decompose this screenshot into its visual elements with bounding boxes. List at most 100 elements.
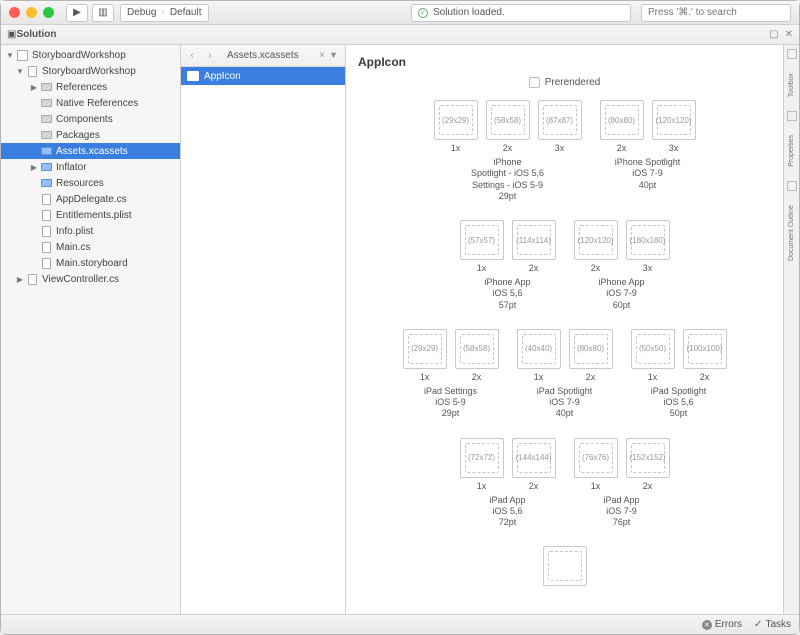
search-input[interactable]	[641, 4, 791, 22]
asset-editor[interactable]: AppIcon Prerendered (29x29)1x(58x58)2x(8…	[346, 45, 783, 614]
icon-slot[interactable]: (57x57)1x	[460, 220, 504, 273]
close-icon[interactable]	[9, 7, 20, 18]
icon-slot[interactable]: (58x58)2x	[455, 329, 499, 382]
image-well[interactable]: (29x29)	[434, 100, 478, 140]
image-well[interactable]: (57x57)	[460, 220, 504, 260]
tree-item[interactable]: Assets.xcassets	[1, 143, 180, 159]
tab-properties[interactable]: Properties	[787, 131, 796, 171]
icon-group: (29x29)1x(58x58)2xiPad Settings iOS 5-9 …	[403, 329, 499, 420]
image-well[interactable]: (120x120)	[574, 220, 618, 260]
image-well[interactable]: (152x152)	[626, 438, 670, 478]
tree-item[interactable]: Entitlements.plist	[1, 207, 180, 223]
zoom-icon[interactable]	[43, 7, 54, 18]
tree-item-label: Assets.xcassets	[56, 146, 128, 157]
pad-options-icon[interactable]: ▢	[769, 29, 778, 40]
asset-item-appicon[interactable]: AppIcon	[181, 67, 345, 85]
icon-slot[interactable]: (100x100)2x	[683, 329, 727, 382]
scale-label: 2x	[529, 263, 539, 273]
image-well[interactable]: (114x114)	[512, 220, 556, 260]
icon-slot[interactable]: (180x180)3x	[626, 220, 670, 273]
icon-slots: (76x76)1x(152x152)2x	[574, 438, 670, 491]
image-well[interactable]: (87x87)	[538, 100, 582, 140]
group-caption: iPad App iOS 7-9 76pt	[603, 495, 639, 529]
icon-group: (80x80)2x(120x120)3xiPhone Spotlight iOS…	[600, 100, 696, 202]
image-well[interactable]: (80x80)	[600, 100, 644, 140]
icon-slot[interactable]: (80x80)2x	[600, 100, 644, 153]
icon-slot[interactable]: (72x72)1x	[460, 438, 504, 491]
solution-node[interactable]: ▼ StoryboardWorkshop	[1, 47, 180, 63]
properties-icon[interactable]	[787, 111, 797, 121]
solution-tree[interactable]: ▼ StoryboardWorkshop ▼ StoryboardWorksho…	[1, 45, 181, 614]
image-well[interactable]: (29x29)	[403, 329, 447, 369]
minimize-icon[interactable]	[26, 7, 37, 18]
tab-menu-icon[interactable]: ▾	[331, 50, 341, 61]
image-well[interactable]: (40x40)	[517, 329, 561, 369]
icon-slot[interactable]: (50x50)1x	[631, 329, 675, 382]
errors-button[interactable]: ✕ Errors	[702, 619, 742, 630]
tree-item[interactable]: Native References	[1, 95, 180, 111]
tasks-button[interactable]: ✓ Tasks	[754, 619, 791, 630]
icon-slot[interactable]: (76x76)1x	[574, 438, 618, 491]
image-well[interactable]: (50x50)	[631, 329, 675, 369]
icon-slots	[543, 546, 587, 589]
image-well[interactable]: (58x58)	[486, 100, 530, 140]
tree-item[interactable]: Packages	[1, 127, 180, 143]
image-well[interactable]: (58x58)	[455, 329, 499, 369]
tab-close-icon[interactable]: ×	[319, 50, 325, 61]
icon-slot[interactable]	[543, 546, 587, 589]
document-outline-icon[interactable]	[787, 181, 797, 191]
icon-slot[interactable]: (80x80)2x	[569, 329, 613, 382]
disclosure-icon[interactable]: ▶	[29, 83, 39, 92]
icon-slots: (29x29)1x(58x58)2x(87x87)3x	[434, 100, 582, 153]
image-well[interactable]: (120x120)	[652, 100, 696, 140]
asset-list[interactable]: AppIcon	[181, 67, 345, 614]
dimension-label: (50x50)	[636, 334, 670, 364]
toolbox-icon[interactable]	[787, 49, 797, 59]
tree-item[interactable]: Resources	[1, 175, 180, 191]
icon-slot[interactable]: (144x144)2x	[512, 438, 556, 491]
tree-item[interactable]: ▶References	[1, 79, 180, 95]
tree-item[interactable]: Main.storyboard	[1, 255, 180, 271]
tree-item[interactable]: Components	[1, 111, 180, 127]
tree-item[interactable]: Main.cs	[1, 239, 180, 255]
icon-slots: (50x50)1x(100x100)2x	[631, 329, 727, 382]
pad-close-icon[interactable]: ✕	[785, 29, 793, 40]
image-well[interactable]: (72x72)	[460, 438, 504, 478]
status-pill: ✓ Solution loaded.	[411, 4, 631, 22]
tab-toolbox[interactable]: Toolbox	[787, 69, 796, 101]
icon-slot[interactable]: (152x152)2x	[626, 438, 670, 491]
icon-slot[interactable]: (87x87)3x	[538, 100, 582, 153]
icon-slot[interactable]: (58x58)2x	[486, 100, 530, 153]
image-well[interactable]	[543, 546, 587, 586]
run-button[interactable]: ▶	[66, 4, 88, 22]
project-node[interactable]: ▼ StoryboardWorkshop	[1, 63, 180, 79]
tab-assets[interactable]: Assets.xcassets	[221, 50, 305, 61]
image-well[interactable]: (76x76)	[574, 438, 618, 478]
disclosure-icon[interactable]: ▶	[29, 163, 39, 172]
dimension-label: (72x72)	[465, 443, 499, 473]
icon-slot[interactable]: (120x120)2x	[574, 220, 618, 273]
tree-item[interactable]: Info.plist	[1, 223, 180, 239]
icon-slot[interactable]: (120x120) 3x	[652, 100, 696, 153]
image-well[interactable]: (144x144)	[512, 438, 556, 478]
build-config[interactable]: Debug › Default	[120, 4, 209, 22]
nav-back-icon[interactable]: ‹	[185, 50, 199, 61]
image-well[interactable]: (100x100)	[683, 329, 727, 369]
icon-slot[interactable]: (29x29)1x	[434, 100, 478, 153]
scale-label: 3x	[669, 143, 679, 153]
nav-fwd-icon[interactable]: ›	[203, 50, 217, 61]
config-select-button[interactable]: ▥	[92, 4, 114, 22]
prerendered-checkbox[interactable]	[529, 77, 540, 88]
image-well[interactable]: (180x180)	[626, 220, 670, 260]
tree-item[interactable]: ▶Inflator	[1, 159, 180, 175]
viewcontroller-node[interactable]: ▶ ViewController.cs	[1, 271, 180, 287]
icon-slot[interactable]: (29x29)1x	[403, 329, 447, 382]
tree-item[interactable]: AppDelegate.cs	[1, 191, 180, 207]
tab-document-outline[interactable]: Document Outline	[787, 201, 796, 265]
tree-item-label: Main.cs	[56, 242, 90, 253]
icon-slot[interactable]: (114x114) 2x	[512, 220, 556, 273]
icon-slot[interactable]: (40x40)1x	[517, 329, 561, 382]
tasks-icon: ✓	[754, 619, 762, 630]
file-icon	[39, 209, 53, 221]
image-well[interactable]: (80x80)	[569, 329, 613, 369]
